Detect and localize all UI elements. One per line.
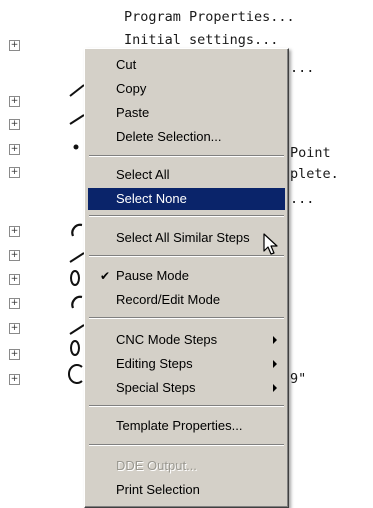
menu-item-cnc-mode-steps[interactable]: CNC Mode Steps (88, 329, 285, 351)
menu-separator (89, 405, 284, 407)
plus-expander-icon[interactable]: + (9, 167, 20, 178)
menu-item-label: Special Steps (116, 380, 196, 395)
circle-step-icon (70, 270, 80, 286)
menu-item-label: Print Selection (116, 482, 200, 497)
listing-ellipsis-line-2: ... (290, 191, 315, 207)
menu-item-print-selection[interactable]: Print Selection (88, 479, 285, 501)
plus-expander-icon[interactable]: + (9, 274, 20, 285)
menu-item-record-edit-mode[interactable]: Record/Edit Mode (88, 289, 285, 311)
menu-item-select-none[interactable]: Select None (88, 188, 285, 210)
listing-complete-line: plete. (290, 166, 339, 182)
submenu-arrow-icon (273, 384, 277, 392)
menu-separator (89, 215, 284, 217)
plus-expander-icon[interactable]: + (9, 298, 20, 309)
menu-separator (89, 317, 284, 319)
menu-item-label: Pause Mode (116, 268, 189, 283)
plus-expander-icon[interactable]: + (9, 119, 20, 130)
menu-item-label: Editing Steps (116, 356, 193, 371)
listing-ellipsis-line: ... (290, 60, 315, 76)
menu-item-pause-mode[interactable]: ✔ Pause Mode (88, 265, 285, 287)
point-step-icon (73, 144, 79, 150)
plus-expander-icon[interactable]: + (9, 374, 20, 385)
plus-expander-icon[interactable]: + (9, 40, 20, 51)
submenu-arrow-icon (273, 360, 277, 368)
plus-expander-icon[interactable]: + (9, 323, 20, 334)
arc-step-icon (71, 295, 83, 309)
plus-expander-icon[interactable]: + (9, 226, 20, 237)
circle-step-icon (68, 364, 83, 384)
menu-item-label: Template Properties... (116, 418, 243, 433)
menu-item-special-steps[interactable]: Special Steps (88, 377, 285, 399)
mouse-pointer-icon (263, 233, 278, 255)
initial-settings-line[interactable]: Initial settings... (124, 32, 278, 48)
menu-item-label: Delete Selection... (116, 129, 222, 144)
menu-item-paste[interactable]: Paste (88, 102, 285, 124)
menu-separator (89, 255, 284, 257)
menu-item-label: DDE Output... (116, 458, 197, 473)
listing-point-line: Point (290, 145, 331, 161)
menu-item-delete-selection[interactable]: Delete Selection... (88, 126, 285, 148)
menu-item-label: Record/Edit Mode (116, 292, 221, 307)
menu-separator (89, 155, 284, 157)
menu-item-label: Copy (116, 81, 147, 96)
menu-item-label: Select All Similar Steps (116, 230, 250, 245)
menu-item-label: Select All (116, 167, 170, 182)
menu-item-select-all[interactable]: Select All (88, 164, 285, 186)
program-properties-line[interactable]: Program Properties... (124, 9, 295, 25)
menu-item-cut[interactable]: Cut (88, 54, 285, 76)
menu-item-label: Paste (116, 105, 150, 120)
plus-expander-icon[interactable]: + (9, 349, 20, 360)
plus-expander-icon[interactable]: + (9, 250, 20, 261)
menu-item-label: CNC Mode Steps (116, 332, 218, 347)
submenu-arrow-icon (273, 336, 277, 344)
menu-item-label: Cut (116, 57, 137, 72)
listing-dimension-line: 9" (290, 371, 307, 387)
menu-item-template-properties[interactable]: Template Properties... (88, 415, 285, 437)
plus-expander-icon[interactable]: + (9, 144, 20, 155)
arc-step-icon (71, 223, 83, 237)
menu-separator (89, 444, 284, 446)
menu-item-copy[interactable]: Copy (88, 78, 285, 100)
context-menu: Cut Copy Paste Delete Selection... Selec… (84, 48, 289, 508)
circle-step-icon (70, 340, 80, 356)
menu-item-editing-steps[interactable]: Editing Steps (88, 353, 285, 375)
menu-item-dde-output: DDE Output... (88, 455, 285, 477)
menu-item-label: Select None (116, 191, 187, 206)
plus-expander-icon[interactable]: + (9, 96, 20, 107)
checkmark-icon: ✔ (100, 269, 111, 283)
menu-item-select-all-similar-steps[interactable]: Select All Similar Steps (88, 227, 285, 249)
